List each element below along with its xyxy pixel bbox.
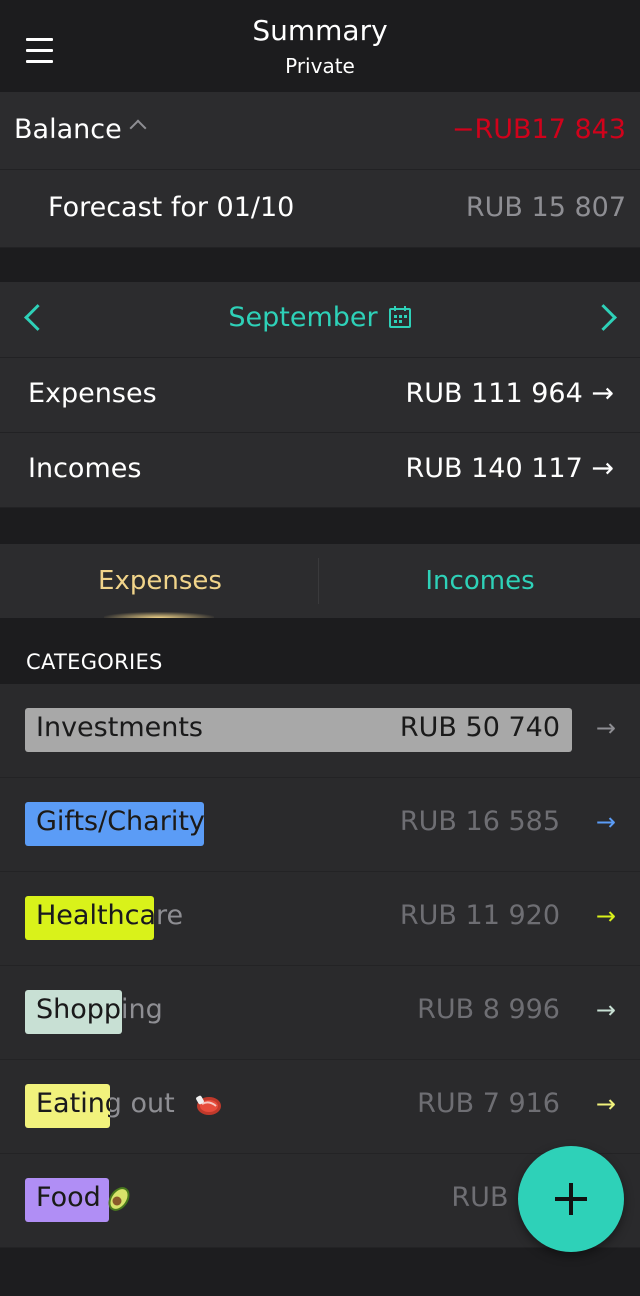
category-row[interactable]: Investments Investments RUB 50 740 → [0,684,640,778]
balance-value: −RUB17 843 [451,114,626,145]
forecast-value: RUB 15 807 [465,192,626,223]
page-subtitle: Private [285,54,355,78]
category-name-overlay: Gifts/Charity [36,806,204,837]
category-row[interactable]: Gifts/Charity Gifts/Charity RUB 16 585 → [0,778,640,872]
summary-expenses-value: RUB 111 964 → [405,378,615,409]
categories-header: CATEGORIES [26,650,163,674]
category-name-overlay: Eating out [36,1088,110,1119]
tab-divider [318,558,319,604]
summary-incomes-label: Incomes [28,453,142,484]
category-amount: RUB 16 585 [399,806,560,837]
summary-expenses-label: Expenses [28,378,157,409]
steak-icon [196,1095,221,1115]
tab-incomes[interactable]: Incomes [320,544,640,618]
tab-bar: Expenses Incomes [0,544,640,618]
plus-icon-stem [569,1183,573,1215]
category-name-overlay: Healthcare [36,900,154,931]
summary-incomes-value: RUB 140 117 → [405,453,615,484]
category-row[interactable]: Eating outEating outRUB 7 916→ [0,1060,640,1154]
category-name-overlay: Shopping [36,994,122,1025]
add-transaction-button[interactable] [518,1146,624,1252]
month-title[interactable]: September [0,302,640,333]
arrow-right-icon[interactable]: → [596,808,616,836]
category-amount: RUB 8 996 [417,994,560,1025]
arrow-right-icon[interactable]: → [596,902,616,930]
top-bar: Summary Private [0,0,640,92]
arrow-right-icon[interactable]: → [596,996,616,1024]
category-amount: RUB 11 920 [399,900,560,931]
category-name-overlay: Food [36,1182,101,1213]
forecast-row: Forecast for 01/10 RUB 15 807 [0,170,640,248]
month-selector: September [0,282,640,358]
tab-expenses[interactable]: Expenses [0,544,320,618]
category-amount: RUB 7 916 [417,1088,560,1119]
section-gap [0,248,640,282]
forecast-label: Forecast for 01/10 [48,192,295,223]
calendar-icon[interactable] [388,305,412,329]
balance-row[interactable]: Balance −RUB17 843 [0,92,640,170]
balance-label: Balance [14,114,147,145]
page-title: Summary [252,14,388,47]
summary-incomes-row[interactable]: Incomes RUB 140 117 → [0,433,640,508]
summary-expenses-row[interactable]: Expenses RUB 111 964 → [0,358,640,433]
arrow-right-icon[interactable]: → [596,1090,616,1118]
section-gap [0,508,640,544]
chevron-up-icon [129,119,147,137]
category-amount: RUB 50 740 [399,712,560,743]
arrow-right-icon[interactable]: → [596,714,616,742]
steak-icon-wrapper [186,1090,224,1120]
category-row[interactable]: ShoppingShoppingRUB 8 996→ [0,966,640,1060]
category-row[interactable]: HealthcareHealthcareRUB 11 920→ [0,872,640,966]
